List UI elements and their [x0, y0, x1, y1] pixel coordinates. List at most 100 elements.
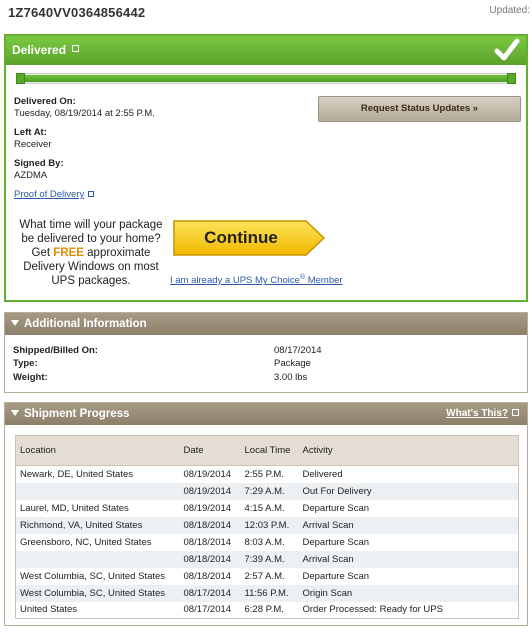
- cell-activity: Arrival Scan: [298, 516, 519, 534]
- cell-location: Greensboro, NC, United States: [20, 536, 152, 548]
- cell-time: 6:28 P.M.: [244, 604, 284, 616]
- cell-location: West Columbia, SC, United States: [15, 584, 180, 602]
- promo-get: Get: [31, 247, 51, 259]
- table-body: Newark, DE, United States 08/19/2014 2:55 …: [15, 466, 519, 619]
- signed-by-label: Signed By:: [14, 158, 64, 169]
- cell-activity: Departure Scan: [302, 536, 370, 548]
- cell-date: 08/19/2014: [183, 468, 232, 480]
- signed-by-value: AZDMA: [14, 170, 48, 181]
- table-row: Laurel, MD, United States 08/19/2014 4:15 …: [16, 500, 519, 517]
- mychoice-member-text: Member: [305, 275, 343, 287]
- delivery-status-panel: Delivered Delivered On: Tuesday, 08/19/2…: [4, 34, 528, 302]
- cell-location: [15, 482, 180, 500]
- cell-date: 08/18/2014: [183, 536, 232, 548]
- my-choice-promo: What time will your package be delivered…: [14, 218, 168, 288]
- cell-time: 12:03 P.M.: [240, 516, 299, 534]
- mychoice-link-text: I am already a UPS My Choice: [170, 275, 300, 287]
- col-activity: Activity: [298, 435, 519, 466]
- promo-line-1: What time will your package: [19, 219, 163, 231]
- request-status-updates-button[interactable]: Request Status Updates »: [318, 96, 521, 122]
- type-value: Package: [274, 358, 311, 369]
- table-row: 08/19/2014 7:29 A.M. Out For Delivery: [15, 482, 519, 500]
- cell-time: 11:56 P.M.: [240, 584, 299, 602]
- continue-label: Continue: [204, 228, 278, 247]
- help-window-icon: [512, 409, 519, 416]
- shipment-progress-table: Location Date Local Time Activity Newark…: [15, 435, 519, 619]
- collapse-triangle-icon: [11, 320, 19, 326]
- cell-date: 08/18/2014: [183, 570, 232, 582]
- left-at-value: Receiver: [14, 139, 52, 150]
- cell-date: 08/17/2014: [183, 604, 232, 616]
- tracking-header: 1Z7640VV0364856442 Updated:: [0, 0, 532, 26]
- delivered-title: Delivered: [12, 43, 67, 57]
- cell-location: West Columbia, SC, United States: [20, 570, 166, 582]
- weight-value: 3.00 lbs: [274, 372, 308, 383]
- delivered-on-label: Delivered On:: [14, 96, 76, 107]
- cell-location: Richmond, VA, United States: [15, 516, 180, 534]
- left-at-block: Left At: Receiver: [14, 127, 52, 150]
- table-row: United States 08/17/2014 6:28 P.M. Order Pr…: [16, 602, 519, 619]
- cell-date: 08/17/2014: [179, 584, 241, 602]
- col-local-time: Local Time: [240, 435, 299, 466]
- delivered-on-value: Tuesday, 08/19/2014 at 2:55 P.M.: [14, 108, 155, 119]
- tracking-number: 1Z7640VV0364856442: [8, 5, 146, 20]
- updated-label: Updated:: [489, 5, 530, 16]
- whats-this-link[interactable]: What's This?: [446, 408, 519, 419]
- cell-location: Laurel, MD, United States: [20, 502, 129, 514]
- cell-location: [15, 550, 180, 568]
- table-row: Greensboro, NC, United States 08/18/2014 8…: [16, 534, 519, 551]
- cell-activity: Departure Scan: [302, 570, 370, 582]
- shipment-progress-header[interactable]: Shipment Progress What's This?: [5, 403, 527, 425]
- whats-this-text: What's This?: [446, 408, 508, 419]
- cell-time: 2:55 P.M.: [244, 468, 284, 480]
- cell-activity: Order Processed: Ready for UPS: [302, 604, 443, 616]
- cell-date: 08/19/2014: [179, 482, 241, 500]
- type-label: Type:: [13, 358, 38, 369]
- cell-activity: Arrival Scan: [298, 550, 519, 568]
- delivered-on-block: Delivered On: Tuesday, 08/19/2014 at 2:5…: [14, 96, 155, 119]
- info-icon[interactable]: [72, 45, 80, 52]
- external-window-icon: [88, 191, 95, 197]
- cell-time: 7:39 A.M.: [240, 550, 299, 568]
- col-location: Location: [15, 435, 180, 466]
- promo-line-4: Delivery Windows on most: [23, 261, 159, 273]
- progress-fill: [18, 75, 514, 82]
- cell-time: 8:03 A.M.: [244, 536, 285, 548]
- cell-time: 4:15 A.M.: [244, 502, 285, 514]
- cell-time: 7:29 A.M.: [240, 482, 299, 500]
- cell-date: 08/18/2014: [179, 516, 241, 534]
- promo-line-5: UPS packages.: [51, 275, 131, 287]
- cell-activity: Delivered: [302, 468, 343, 480]
- progress-end-marker: [507, 73, 516, 84]
- proof-of-delivery-link[interactable]: Proof of Delivery: [14, 189, 84, 200]
- shipped-billed-label: Shipped/Billed On:: [13, 345, 98, 356]
- table-row: West Columbia, SC, United States 08/18/20…: [16, 568, 519, 585]
- additional-info-title: Additional Information: [24, 318, 147, 330]
- table-row: 08/18/2014 7:39 A.M. Arrival Scan: [15, 550, 519, 568]
- table-row: Richmond, VA, United States 08/18/2014 12:…: [15, 516, 519, 534]
- ups-my-choice-member-link[interactable]: I am already a UPS My Choice® Member: [170, 274, 343, 287]
- progress-start-marker: [16, 73, 25, 84]
- shipped-billed-value: 08/17/2014: [274, 345, 322, 356]
- cell-date: 08/19/2014: [183, 502, 232, 514]
- weight-label: Weight:: [13, 372, 48, 383]
- shipment-progress-title: Shipment Progress: [24, 408, 130, 420]
- shipment-progress-panel: Shipment Progress What's This? Location …: [4, 402, 528, 626]
- table-header-row: Location Date Local Time Activity: [15, 435, 519, 466]
- table-row: West Columbia, SC, United States 08/17/20…: [15, 584, 519, 602]
- cell-activity: Departure Scan: [302, 502, 370, 514]
- cell-location: United States: [20, 604, 78, 616]
- promo-free: FREE: [53, 247, 84, 259]
- table-row: Newark, DE, United States 08/19/2014 2:55 …: [16, 466, 519, 483]
- additional-info-panel: Additional Information Shipped/Billed On…: [4, 312, 528, 393]
- delivery-progress-bar: [16, 73, 516, 84]
- additional-info-header[interactable]: Additional Information: [5, 313, 527, 335]
- checkmark-icon: [494, 38, 520, 61]
- left-at-label: Left At:: [14, 127, 47, 138]
- continue-button[interactable]: Continue: [171, 219, 327, 257]
- cell-date: 08/18/2014: [179, 550, 241, 568]
- cell-activity: Origin Scan: [298, 584, 519, 602]
- promo-line-2: be delivered to your home?: [21, 233, 161, 245]
- signed-by-block: Signed By: AZDMA: [14, 158, 64, 181]
- cell-time: 2:57 A.M.: [244, 570, 285, 582]
